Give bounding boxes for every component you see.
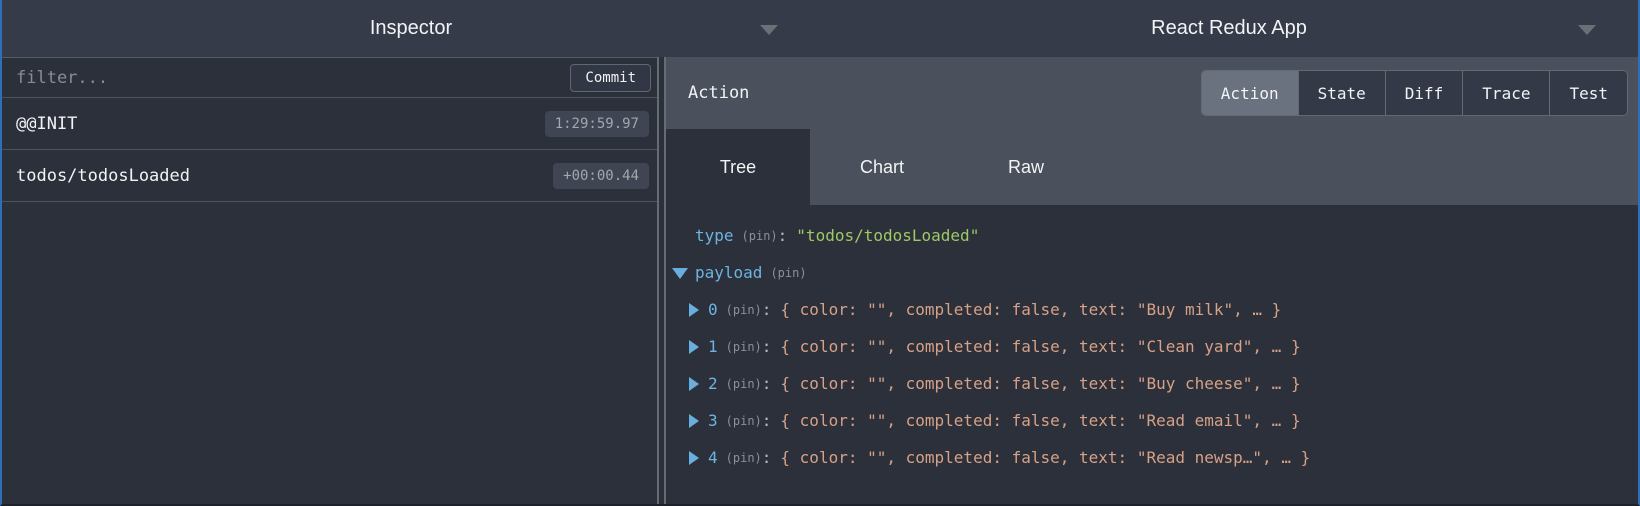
expand-arrow-icon[interactable] xyxy=(689,451,699,465)
action-timestamp-badge: 1:29:59.97 xyxy=(545,111,649,137)
action-detail-panel: Action Action State Diff Trace Test Tree… xyxy=(666,57,1638,504)
action-list-panel: Commit @@INIT 1:29:59.97 todos/todosLoad… xyxy=(2,57,657,504)
expand-arrow-icon[interactable] xyxy=(689,303,699,317)
pin-link[interactable]: (pin) xyxy=(726,340,762,354)
tab-diff[interactable]: Diff xyxy=(1386,71,1464,115)
action-timestamp-badge: +00:00.44 xyxy=(553,163,649,189)
tree-key[interactable]: 4 xyxy=(708,448,718,467)
tab-state[interactable]: State xyxy=(1299,71,1386,115)
subtab-tree[interactable]: Tree xyxy=(666,129,810,205)
expand-arrow-icon[interactable] xyxy=(689,414,699,428)
colon: : xyxy=(762,337,772,356)
detail-header: Action Action State Diff Trace Test xyxy=(666,57,1638,129)
monitor-select-label: Inspector xyxy=(370,17,452,40)
main-area: Commit @@INIT 1:29:59.97 todos/todosLoad… xyxy=(2,57,1638,504)
tree-key[interactable]: payload xyxy=(695,263,762,282)
expand-arrow-icon[interactable] xyxy=(689,340,699,354)
object-preview: { color: "", completed: false, text: "Cl… xyxy=(780,337,1300,356)
pin-link[interactable]: (pin) xyxy=(726,414,762,428)
colon: : xyxy=(762,374,772,393)
tab-action[interactable]: Action xyxy=(1202,71,1299,115)
tree-key[interactable]: 0 xyxy=(708,300,718,319)
action-name: todos/todosLoaded xyxy=(16,166,190,186)
filter-row: Commit xyxy=(2,58,657,98)
pin-link[interactable]: (pin) xyxy=(726,377,762,391)
chevron-down-icon xyxy=(760,25,778,35)
tab-test[interactable]: Test xyxy=(1550,71,1627,115)
action-list-item[interactable]: todos/todosLoaded +00:00.44 xyxy=(2,150,657,202)
redux-devtools-window: Inspector React Redux App Commit @@INIT … xyxy=(0,0,1640,506)
tree-row-item: 3 (pin) : { color: "", completed: false,… xyxy=(666,402,1638,439)
monitor-select[interactable]: Inspector xyxy=(2,0,820,57)
tree-row-item: 4 (pin) : { color: "", completed: false,… xyxy=(666,439,1638,476)
tree-row-item: 2 (pin) : { color: "", completed: false,… xyxy=(666,365,1638,402)
pin-link[interactable]: (pin) xyxy=(742,229,778,243)
tree-row-payload: payload (pin) xyxy=(666,254,1638,291)
tree-string-value: "todos/todosLoaded" xyxy=(796,226,979,245)
tree-key[interactable]: 1 xyxy=(708,337,718,356)
object-preview: { color: "", completed: false, text: "Bu… xyxy=(780,300,1281,319)
collapse-arrow-icon[interactable] xyxy=(672,268,688,279)
pin-link[interactable]: (pin) xyxy=(726,303,762,317)
pin-link[interactable]: (pin) xyxy=(770,266,806,280)
action-name: @@INIT xyxy=(16,114,77,134)
object-preview: { color: "", completed: false, text: "Re… xyxy=(780,411,1300,430)
instance-select-label: React Redux App xyxy=(1151,17,1307,40)
detail-header-label: Action xyxy=(688,83,749,103)
tree-key[interactable]: 3 xyxy=(708,411,718,430)
expand-arrow-icon[interactable] xyxy=(689,377,699,391)
instance-select[interactable]: React Redux App xyxy=(820,0,1638,57)
colon: : xyxy=(762,448,772,467)
top-bar: Inspector React Redux App xyxy=(2,0,1638,57)
tree-row-item: 1 (pin) : { color: "", completed: false,… xyxy=(666,328,1638,365)
subtab-raw[interactable]: Raw xyxy=(954,129,1098,205)
detail-tab-group: Action State Diff Trace Test xyxy=(1201,70,1628,116)
tree-row-item: 0 (pin) : { color: "", completed: false,… xyxy=(666,291,1638,328)
commit-button[interactable]: Commit xyxy=(570,64,651,92)
filter-input[interactable] xyxy=(16,68,570,88)
object-preview: { color: "", completed: false, text: "Re… xyxy=(780,448,1310,467)
subtab-chart[interactable]: Chart xyxy=(810,129,954,205)
tree-key[interactable]: 2 xyxy=(708,374,718,393)
panel-resizer[interactable] xyxy=(657,57,666,504)
tree-key[interactable]: type xyxy=(695,226,734,245)
tab-trace[interactable]: Trace xyxy=(1463,71,1550,115)
colon: : xyxy=(762,300,772,319)
object-preview: { color: "", completed: false, text: "Bu… xyxy=(780,374,1300,393)
tree-row-type: type (pin) : "todos/todosLoaded" xyxy=(666,217,1638,254)
action-list-item[interactable]: @@INIT 1:29:59.97 xyxy=(2,98,657,150)
pin-link[interactable]: (pin) xyxy=(726,451,762,465)
action-tree-view: type (pin) : "todos/todosLoaded" payload… xyxy=(666,205,1638,504)
colon: : xyxy=(762,411,772,430)
chevron-down-icon xyxy=(1578,25,1596,35)
view-subtab-bar: Tree Chart Raw xyxy=(666,129,1638,205)
colon: : xyxy=(778,226,788,245)
